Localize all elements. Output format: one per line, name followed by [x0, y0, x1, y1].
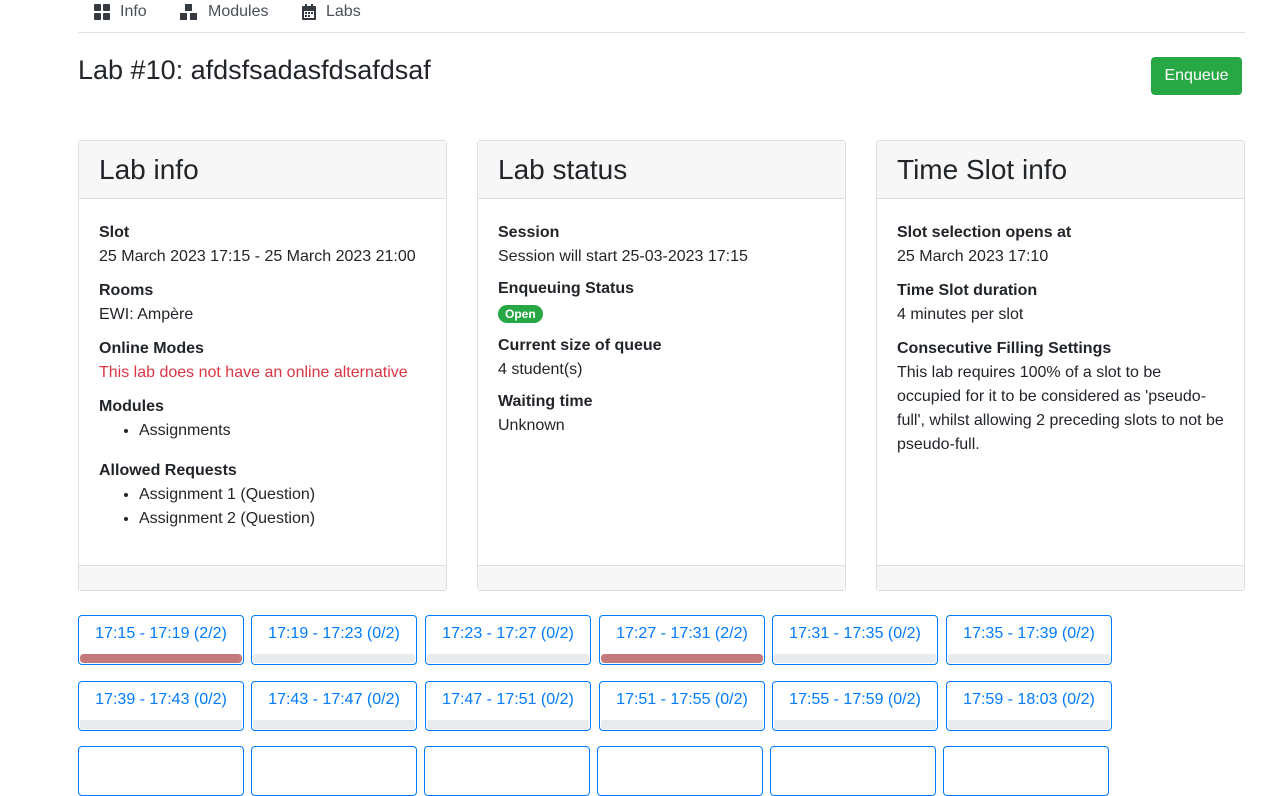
slot-value: 25 March 2023 17:15 - 25 March 2023 21:0…	[99, 248, 416, 265]
time-slot-partial[interactable]	[424, 746, 590, 796]
time-slot-partial[interactable]	[78, 746, 244, 796]
nav-item-modules[interactable]: Modules	[180, 2, 268, 22]
online-modes-label: Online Modes	[99, 340, 204, 357]
time-slot-button[interactable]: 17:15 - 17:19 (2/2)	[78, 615, 244, 665]
slot-capacity-fill	[601, 654, 763, 663]
nav-item-info[interactable]: Info	[94, 2, 147, 22]
card-footer	[877, 565, 1244, 590]
card-title: Time Slot info	[897, 154, 1068, 185]
slot-capacity-bar	[601, 720, 763, 729]
time-slot-button[interactable]: 17:27 - 17:31 (2/2)	[599, 615, 765, 665]
slot-capacity-fill	[80, 654, 242, 663]
slot-opens-value: 25 March 2023 17:10	[897, 248, 1049, 265]
slot-capacity-bar	[774, 720, 936, 729]
request-item: Assignment 2 (Question)	[139, 507, 426, 531]
slot-capacity-bar	[427, 654, 589, 663]
time-slot-partial[interactable]	[770, 746, 936, 796]
page-title: Lab #10: afdsfsadasfdsafdsaf	[78, 55, 431, 85]
lab-info-card: Lab info Slot 25 March 2023 17:15 - 25 M…	[78, 140, 447, 591]
consecutive-filling-value: This lab requires 100% of a slot to be o…	[897, 364, 1224, 453]
request-item: Assignment 1 (Question)	[139, 483, 426, 507]
time-slot-button[interactable]: 17:43 - 17:47 (0/2)	[251, 681, 417, 731]
rooms-value: EWI: Ampère	[99, 306, 194, 323]
session-label: Session	[498, 224, 560, 241]
card-title: Lab status	[498, 154, 628, 185]
session-value: Session will start 25-03-2023 17:15	[498, 248, 748, 265]
slot-duration-label: Time Slot duration	[897, 282, 1038, 299]
slot-label: Slot	[99, 224, 130, 241]
time-slot-label: 17:23 - 17:27 (0/2)	[442, 625, 574, 642]
time-slot-label: 17:59 - 18:03 (0/2)	[963, 691, 1095, 708]
time-slot-info-card: Time Slot info Slot selection opens at 2…	[876, 140, 1245, 591]
time-slot-label: 17:51 - 17:55 (0/2)	[616, 691, 748, 708]
card-header: Time Slot info	[877, 141, 1244, 199]
card-body: Slot selection opens at 25 March 2023 17…	[877, 199, 1244, 457]
time-slot-button[interactable]: 17:35 - 17:39 (0/2)	[946, 615, 1112, 665]
queue-size-value: 4 student(s)	[498, 361, 583, 378]
time-slot-label: 17:55 - 17:59 (0/2)	[789, 691, 921, 708]
consecutive-filling-label: Consecutive Filling Settings	[897, 340, 1112, 357]
time-slot-button[interactable]: 17:59 - 18:03 (0/2)	[946, 681, 1112, 731]
card-header: Lab status	[478, 141, 845, 199]
card-body: Slot 25 March 2023 17:15 - 25 March 2023…	[79, 199, 446, 531]
card-footer	[478, 565, 845, 590]
time-slot-button[interactable]: 17:39 - 17:43 (0/2)	[78, 681, 244, 731]
allowed-requests-label: Allowed Requests	[99, 462, 237, 479]
time-slot-partial[interactable]	[943, 746, 1109, 796]
slot-capacity-bar	[427, 720, 589, 729]
card-title: Lab info	[99, 154, 199, 185]
allowed-requests-list: Assignment 1 (Question) Assignment 2 (Qu…	[99, 483, 426, 531]
time-slot-label: 17:39 - 17:43 (0/2)	[95, 691, 227, 708]
time-slot-partial[interactable]	[597, 746, 763, 796]
card-footer	[79, 565, 446, 590]
queue-size-label: Current size of queue	[498, 337, 662, 354]
time-slot-button[interactable]: 17:47 - 17:51 (0/2)	[425, 681, 591, 731]
slot-duration-value: 4 minutes per slot	[897, 306, 1024, 323]
online-modes-value: This lab does not have an online alterna…	[99, 364, 408, 381]
slot-capacity-bar	[601, 654, 763, 663]
slot-capacity-bar	[80, 720, 242, 729]
time-slot-button[interactable]: 17:51 - 17:55 (0/2)	[599, 681, 765, 731]
time-slot-button[interactable]: 17:23 - 17:27 (0/2)	[425, 615, 591, 665]
nav-item-labs[interactable]: Labs	[302, 2, 361, 22]
enqueuing-status-value: Open	[498, 301, 825, 326]
grid-icon	[94, 4, 110, 20]
cubes-icon	[180, 4, 198, 20]
time-slot-label: 17:15 - 17:19 (2/2)	[95, 625, 227, 642]
waiting-time-value: Unknown	[498, 417, 565, 434]
card-body: Session Session will start 25-03-2023 17…	[478, 199, 845, 438]
slot-capacity-bar	[774, 654, 936, 663]
slot-capacity-bar	[80, 654, 242, 663]
modules-label: Modules	[99, 398, 164, 415]
slot-capacity-bar	[948, 654, 1110, 663]
time-slot-button[interactable]: 17:55 - 17:59 (0/2)	[772, 681, 938, 731]
time-slot-label: 17:35 - 17:39 (0/2)	[963, 625, 1095, 642]
module-item: Assignments	[139, 419, 426, 443]
time-slot-label: 17:27 - 17:31 (2/2)	[616, 625, 748, 642]
time-slot-label: 17:43 - 17:47 (0/2)	[268, 691, 400, 708]
rooms-label: Rooms	[99, 282, 154, 299]
top-nav: Info Modules Labs	[78, 0, 1245, 33]
time-slot-button[interactable]: 17:19 - 17:23 (0/2)	[251, 615, 417, 665]
time-slot-label: 17:47 - 17:51 (0/2)	[442, 691, 574, 708]
slot-capacity-bar	[253, 654, 415, 663]
slot-opens-label: Slot selection opens at	[897, 224, 1072, 241]
time-slot-label: 17:19 - 17:23 (0/2)	[268, 625, 400, 642]
enqueue-button[interactable]: Enqueue	[1151, 57, 1242, 95]
time-slot-label: 17:31 - 17:35 (0/2)	[789, 625, 921, 642]
nav-item-label: Labs	[326, 3, 361, 20]
time-slot-partial[interactable]	[251, 746, 417, 796]
nav-item-label: Modules	[208, 3, 269, 20]
nav-item-label: Info	[120, 3, 147, 20]
card-header: Lab info	[79, 141, 446, 199]
waiting-time-label: Waiting time	[498, 393, 593, 410]
slot-capacity-bar	[948, 720, 1110, 729]
calendar-icon	[302, 4, 316, 20]
status-badge: Open	[498, 305, 543, 323]
enqueuing-status-label: Enqueuing Status	[498, 280, 634, 297]
slot-capacity-bar	[253, 720, 415, 729]
lab-status-card: Lab status Session Session will start 25…	[477, 140, 846, 591]
time-slot-button[interactable]: 17:31 - 17:35 (0/2)	[772, 615, 938, 665]
modules-list: Assignments	[99, 419, 426, 443]
